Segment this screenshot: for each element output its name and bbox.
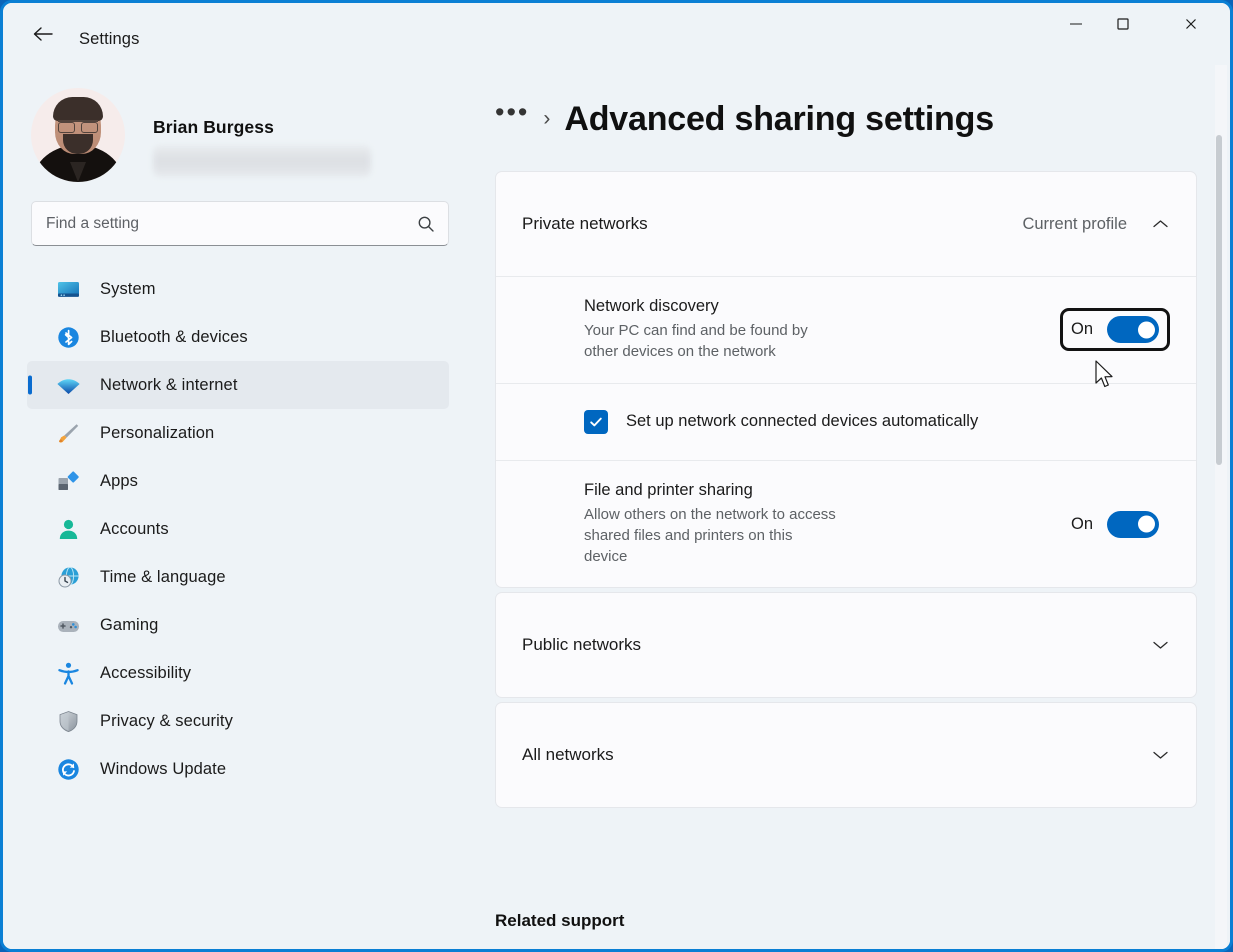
sidebar: Brian Burgess System Bluetooth & devices N… [3, 65, 473, 949]
nav-selection-indicator [28, 375, 32, 395]
scrollbar-track[interactable] [1215, 65, 1227, 949]
sidebar-item-label: Accounts [100, 519, 169, 538]
public-networks-card[interactable]: Public networks [495, 592, 1197, 698]
search-input[interactable] [32, 214, 404, 233]
sidebar-item-network-internet[interactable]: Network & internet [27, 361, 449, 409]
profile-block[interactable]: Brian Burgess [31, 88, 451, 184]
all-networks-title: All networks [522, 745, 614, 764]
profile-name: Brian Burgess [153, 117, 274, 137]
network-discovery-toggle[interactable]: On [1059, 308, 1170, 352]
chevron-down-icon[interactable] [1151, 636, 1170, 655]
sidebar-item-accessibility[interactable]: Accessibility [27, 649, 449, 697]
clock-globe-icon [53, 562, 83, 592]
shield-icon [53, 706, 83, 736]
minimize-icon [1068, 16, 1084, 37]
chevron-down-icon[interactable] [1151, 746, 1170, 765]
sidebar-item-label: Personalization [100, 423, 215, 442]
settings-window: Settings Brian Burgess Find a setting Sy… [0, 0, 1233, 952]
file-printer-sharing-toggle-label: On [1070, 514, 1093, 533]
breadcrumb-overflow-button[interactable]: ••• [495, 98, 529, 140]
minimize-button[interactable] [1052, 3, 1099, 49]
sidebar-item-apps[interactable]: Apps [27, 457, 449, 505]
sidebar-item-bluetooth-devices[interactable]: Bluetooth & devices [27, 313, 449, 361]
sidebar-item-label: Accessibility [100, 663, 192, 682]
sidebar-nav: System Bluetooth & devices Network & inter… [3, 265, 473, 793]
private-networks-meta: Current profile [1022, 214, 1127, 233]
update-icon [53, 754, 83, 784]
file-printer-sharing-toggle[interactable]: On [1060, 503, 1170, 546]
public-networks-title: Public networks [522, 635, 642, 654]
toggle-switch-on[interactable] [1107, 510, 1159, 538]
search-box[interactable] [31, 201, 449, 246]
related-support-heading: Related support [495, 911, 625, 930]
chevron-up-icon[interactable] [1151, 215, 1170, 234]
close-icon [1183, 16, 1199, 37]
person-icon [53, 514, 83, 544]
checkbox-checked-icon[interactable] [584, 409, 608, 434]
accessibility-icon [53, 658, 83, 688]
sidebar-item-personalization[interactable]: Personalization [27, 409, 449, 457]
network-discovery-row: Network discovery Your PC can find and b… [496, 277, 1196, 383]
private-networks-header[interactable]: Private networks Current profile [496, 172, 1196, 276]
breadcrumb-separator-icon: › [543, 107, 551, 130]
all-networks-card[interactable]: All networks [495, 702, 1197, 808]
all-networks-header[interactable]: All networks [496, 703, 1196, 807]
sidebar-item-accounts[interactable]: Accounts [27, 505, 449, 553]
sidebar-item-windows-update[interactable]: Windows Update [27, 745, 449, 793]
app-title: Settings [79, 30, 140, 48]
private-networks-card: Private networks Current profile Network… [495, 171, 1197, 589]
maximize-icon [1115, 16, 1131, 37]
sidebar-item-label: Windows Update [100, 759, 227, 778]
sidebar-item-label: Network & internet [100, 375, 238, 394]
back-button[interactable] [25, 21, 61, 51]
sidebar-item-label: Bluetooth & devices [100, 327, 248, 346]
close-button[interactable] [1167, 3, 1214, 49]
file-printer-sharing-row: File and printer sharing Allow others on… [496, 461, 1196, 588]
apps-icon [53, 466, 83, 496]
title-bar: Settings [3, 3, 1230, 65]
gamepad-icon [53, 610, 83, 640]
file-printer-sharing-title: File and printer sharing [584, 480, 753, 499]
avatar [31, 88, 125, 182]
profile-email-redacted [153, 145, 371, 177]
monitor-icon [53, 274, 83, 304]
sidebar-item-label: Privacy & security [100, 711, 233, 730]
private-networks-title: Private networks [522, 214, 648, 233]
auto-setup-label: Set up network connected devices automat… [626, 412, 979, 431]
sidebar-item-label: Gaming [100, 615, 159, 634]
sidebar-item-label: Time & language [100, 567, 226, 586]
sidebar-item-time-language[interactable]: Time & language [27, 553, 449, 601]
auto-setup-checkbox-row[interactable]: Set up network connected devices automat… [496, 384, 1196, 460]
bluetooth-icon [53, 322, 83, 352]
page-title: Advanced sharing settings [564, 99, 994, 138]
file-printer-sharing-description: Allow others on the network to access sh… [584, 505, 836, 566]
sidebar-item-label: System [100, 279, 156, 298]
network-discovery-toggle-label: On [1070, 320, 1093, 339]
paintbrush-icon [53, 418, 83, 448]
scrollbar-thumb[interactable] [1216, 135, 1222, 465]
sidebar-item-gaming[interactable]: Gaming [27, 601, 449, 649]
sidebar-item-system[interactable]: System [27, 265, 449, 313]
wifi-icon [53, 370, 83, 400]
network-discovery-description: Your PC can find and be found by other d… [584, 322, 808, 361]
network-discovery-title: Network discovery [584, 297, 719, 315]
sidebar-item-privacy-security[interactable]: Privacy & security [27, 697, 449, 745]
sidebar-item-label: Apps [100, 471, 139, 490]
public-networks-header[interactable]: Public networks [496, 593, 1196, 697]
search-icon[interactable] [404, 202, 448, 245]
toggle-switch-on[interactable] [1107, 316, 1159, 344]
main-content: ••• › Advanced sharing settings Private … [473, 65, 1230, 949]
back-arrow-icon [32, 25, 54, 48]
maximize-button[interactable] [1099, 3, 1146, 49]
breadcrumb: ••• › Advanced sharing settings [495, 91, 994, 147]
